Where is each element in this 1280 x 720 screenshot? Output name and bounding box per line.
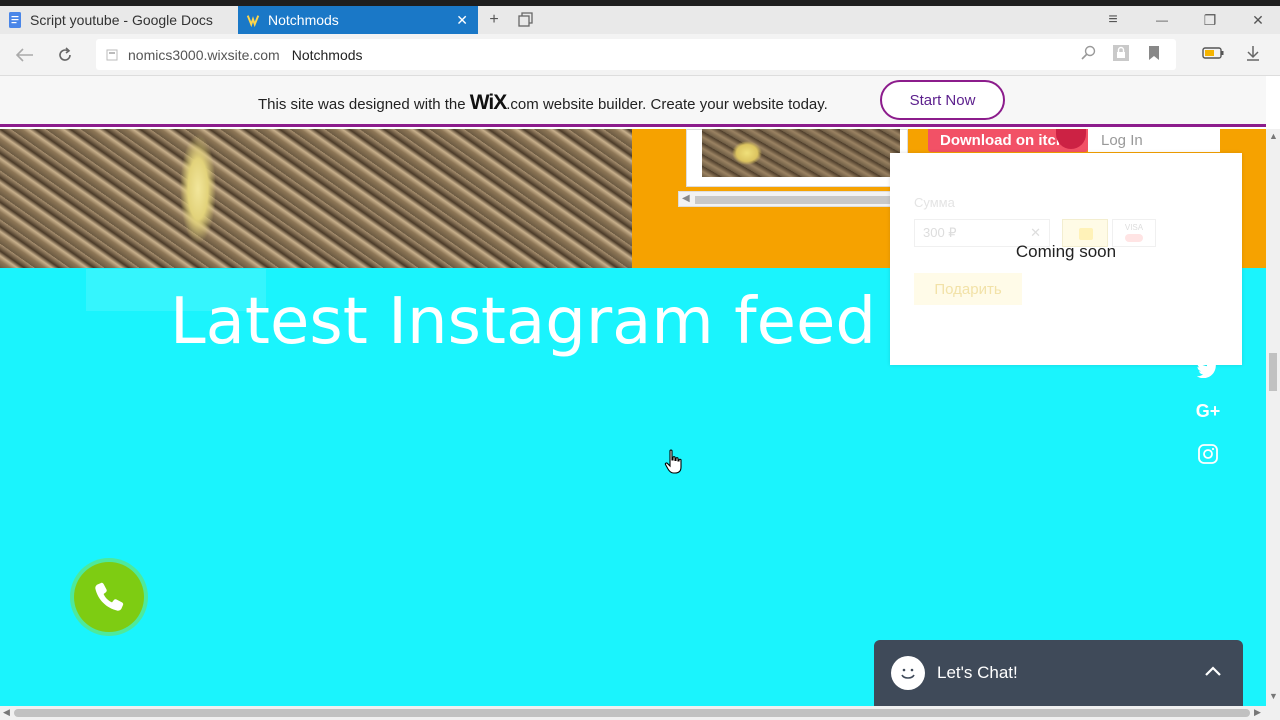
tab-notchmods[interactable]: Notchmods ✕ bbox=[238, 6, 478, 34]
download-icon[interactable] bbox=[1242, 42, 1264, 64]
site-page: ◀ Download on itch Log In Сумма 300 ₽ ✕ … bbox=[0, 129, 1266, 706]
chat-label: Let's Chat! bbox=[937, 663, 1018, 682]
log-in-button[interactable]: Log In bbox=[1088, 129, 1220, 152]
vertical-scrollbar[interactable]: ▲ ▼ bbox=[1266, 129, 1280, 706]
tab-label: Script youtube - Google Docs bbox=[30, 12, 213, 28]
google-docs-icon bbox=[9, 12, 21, 28]
tab-list-icon[interactable] bbox=[511, 6, 539, 34]
wix-logo: WiX bbox=[469, 91, 507, 114]
zoom-icon[interactable] bbox=[1078, 42, 1100, 64]
wallet-icon bbox=[1079, 228, 1093, 240]
battery-saver-icon[interactable] bbox=[1202, 42, 1224, 64]
scroll-down-icon[interactable]: ▼ bbox=[1269, 691, 1278, 701]
embedded-scrollbar[interactable]: ◀ bbox=[678, 191, 898, 207]
wix-promo-banner: This site was designed with the WiX.com … bbox=[0, 76, 1266, 127]
back-icon[interactable] bbox=[12, 42, 38, 68]
url-page-title: Notchmods bbox=[291, 46, 363, 63]
scroll-up-icon[interactable]: ▲ bbox=[1269, 131, 1278, 141]
tab-google-docs[interactable]: Script youtube - Google Docs bbox=[0, 6, 238, 34]
close-tab-icon[interactable]: ✕ bbox=[456, 12, 468, 29]
horizontal-scroll-thumb[interactable] bbox=[14, 709, 1250, 717]
scroll-right-icon[interactable]: ▶ bbox=[1254, 707, 1261, 718]
chat-widget[interactable]: Let's Chat! bbox=[874, 640, 1243, 706]
instagram-icon[interactable] bbox=[1192, 438, 1224, 470]
bookmark-icon[interactable] bbox=[1143, 42, 1165, 64]
site-info-icon[interactable] bbox=[106, 49, 118, 61]
embedded-scroll-thumb[interactable] bbox=[695, 196, 895, 204]
clear-icon[interactable]: ✕ bbox=[1030, 225, 1041, 241]
wix-banner-text: This site was designed with the WiX.com … bbox=[258, 91, 828, 115]
google-plus-icon[interactable]: G+ bbox=[1192, 395, 1224, 427]
donation-widget: Сумма 300 ₽ ✕ VISA Coming soon Подарить bbox=[890, 153, 1242, 365]
chevron-up-icon[interactable] bbox=[1203, 662, 1223, 682]
new-tab-icon[interactable]: + bbox=[480, 6, 508, 34]
start-now-button[interactable]: Start Now bbox=[880, 80, 1005, 120]
scroll-left-icon[interactable]: ◀ bbox=[682, 193, 690, 204]
menu-icon[interactable]: ≡ bbox=[1099, 6, 1127, 34]
donation-sum-label: Сумма bbox=[914, 195, 955, 210]
wix-favicon-icon bbox=[246, 13, 260, 28]
reload-icon[interactable] bbox=[52, 42, 78, 68]
url-host: nomics3000.wixsite.com bbox=[128, 46, 280, 63]
visa-label: VISA bbox=[1124, 223, 1144, 232]
embedded-game-image bbox=[702, 129, 900, 177]
call-button[interactable] bbox=[74, 562, 144, 632]
address-bar: nomics3000.wixsite.com Notchmods bbox=[0, 34, 1280, 76]
url-field[interactable]: nomics3000.wixsite.com Notchmods bbox=[96, 39, 1176, 70]
horizontal-scrollbar[interactable]: ◀ ▶ bbox=[0, 706, 1280, 720]
restore-icon[interactable]: ❐ bbox=[1196, 6, 1224, 34]
tab-bar: Script youtube - Google Docs Notchmods ✕… bbox=[0, 6, 1280, 34]
banner-text-before: This site was designed with the bbox=[258, 96, 470, 113]
hand-cursor-icon bbox=[664, 449, 682, 474]
coming-soon-text: Coming soon bbox=[1015, 242, 1117, 261]
donate-submit-button[interactable]: Подарить bbox=[914, 273, 1022, 305]
minimize-icon[interactable]: — bbox=[1148, 6, 1176, 34]
donation-amount-value: 300 ₽ bbox=[923, 225, 957, 240]
smiley-icon bbox=[891, 656, 925, 690]
mastercard-icon bbox=[1125, 234, 1143, 242]
lock-icon[interactable] bbox=[1110, 42, 1132, 64]
phone-icon bbox=[95, 582, 124, 611]
banner-text-after: .com website builder. Create your websit… bbox=[506, 96, 828, 113]
scroll-left-icon[interactable]: ◀ bbox=[3, 707, 10, 718]
vertical-scroll-thumb[interactable] bbox=[1269, 353, 1277, 391]
twitter-icon[interactable] bbox=[1192, 353, 1224, 385]
section-title: Latest Instagram feed bbox=[170, 285, 876, 359]
game-screenshot-image bbox=[0, 129, 632, 268]
browser-window: Script youtube - Google Docs Notchmods ✕… bbox=[0, 0, 1280, 720]
close-window-icon[interactable]: ✕ bbox=[1244, 6, 1272, 34]
tab-label: Notchmods bbox=[268, 12, 339, 28]
